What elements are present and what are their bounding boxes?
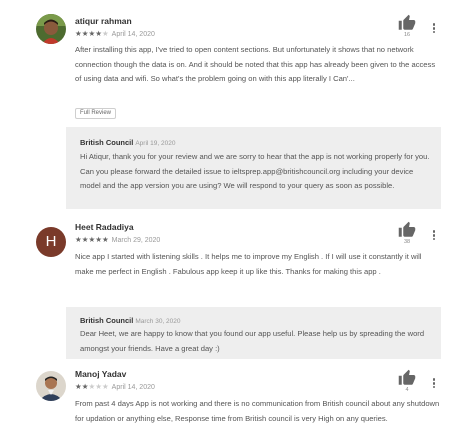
star-icon: ★: [88, 382, 96, 391]
reply-author: British Council: [80, 138, 134, 147]
reply-date: March 30, 2020: [135, 318, 181, 325]
reply-author: British Council: [80, 316, 134, 325]
reply-text: Hi Atiqur, thank you for your review and…: [80, 152, 430, 190]
avatar[interactable]: [36, 371, 66, 401]
reply-text: Dear Heet, we are happy to know that you…: [80, 329, 425, 353]
review-item: H Heet Radadiya ★★★★★ March 29, 2020 38 N…: [0, 215, 451, 365]
review-item: atiqur rahman ★★★★★ April 14, 2020 16 Aft…: [0, 0, 451, 215]
star-icon: ★: [101, 382, 109, 391]
review-date: April 14, 2020: [111, 384, 155, 391]
star-rating: ★★★★★: [75, 29, 109, 38]
star-icon: ★: [75, 382, 82, 391]
star-icon: ★: [95, 235, 102, 244]
review-author: atiqur rahman: [75, 16, 132, 26]
helpful-count: 16: [403, 32, 411, 38]
review-author: Manoj Yadav: [75, 369, 127, 379]
reply-header: British Council March 30, 2020: [80, 316, 181, 327]
review-date: April 14, 2020: [111, 31, 155, 38]
star-icon: ★: [101, 235, 109, 244]
review-item: Manoj Yadav ★★★★★ April 14, 2020 4 From p…: [0, 365, 451, 442]
more-vert-icon[interactable]: [430, 229, 438, 243]
full-review-button[interactable]: Full Review: [75, 108, 117, 119]
developer-reply: British Council April 19, 2020 Hi Atiqur,…: [66, 127, 441, 209]
review-meta: ★★★★★ April 14, 2020: [75, 29, 155, 40]
star-icon: ★: [88, 29, 96, 38]
star-icon: ★: [95, 29, 102, 38]
star-rating: ★★★★★: [75, 382, 109, 391]
star-icon: ★: [101, 29, 109, 38]
review-meta: ★★★★★ March 29, 2020: [75, 235, 160, 246]
star-icon: ★: [75, 29, 82, 38]
star-icon: ★: [81, 382, 89, 391]
reply-date: April 19, 2020: [135, 140, 176, 147]
developer-reply: British Council March 30, 2020 Dear Heet,…: [66, 307, 441, 359]
star-icon: ★: [75, 235, 82, 244]
review-meta: ★★★★★ April 14, 2020: [75, 382, 155, 393]
star-icon: ★: [95, 382, 102, 391]
review-date: March 29, 2020: [111, 237, 161, 244]
thumbs-up-icon[interactable]: [398, 221, 416, 239]
review-text: From past 4 days App is not working and …: [75, 399, 440, 423]
star-icon: ★: [81, 29, 89, 38]
helpful-count: 38: [403, 239, 411, 245]
star-rating: ★★★★★: [75, 235, 109, 244]
avatar[interactable]: [36, 14, 66, 44]
avatar[interactable]: H: [36, 227, 66, 257]
reply-header: British Council April 19, 2020: [80, 138, 175, 149]
review-text: Nice app I started with listening skills…: [75, 252, 422, 276]
thumbs-up-icon[interactable]: [398, 369, 416, 387]
more-vert-icon[interactable]: [430, 377, 438, 391]
helpful-count: 4: [405, 387, 409, 393]
thumbs-up-icon[interactable]: [398, 14, 416, 32]
avatar-letter: H: [45, 233, 57, 250]
review-text: After installing this app, I've tried to…: [75, 45, 436, 83]
star-icon: ★: [81, 235, 89, 244]
more-vert-icon[interactable]: [430, 22, 438, 36]
star-icon: ★: [88, 235, 96, 244]
review-author: Heet Radadiya: [75, 222, 134, 232]
